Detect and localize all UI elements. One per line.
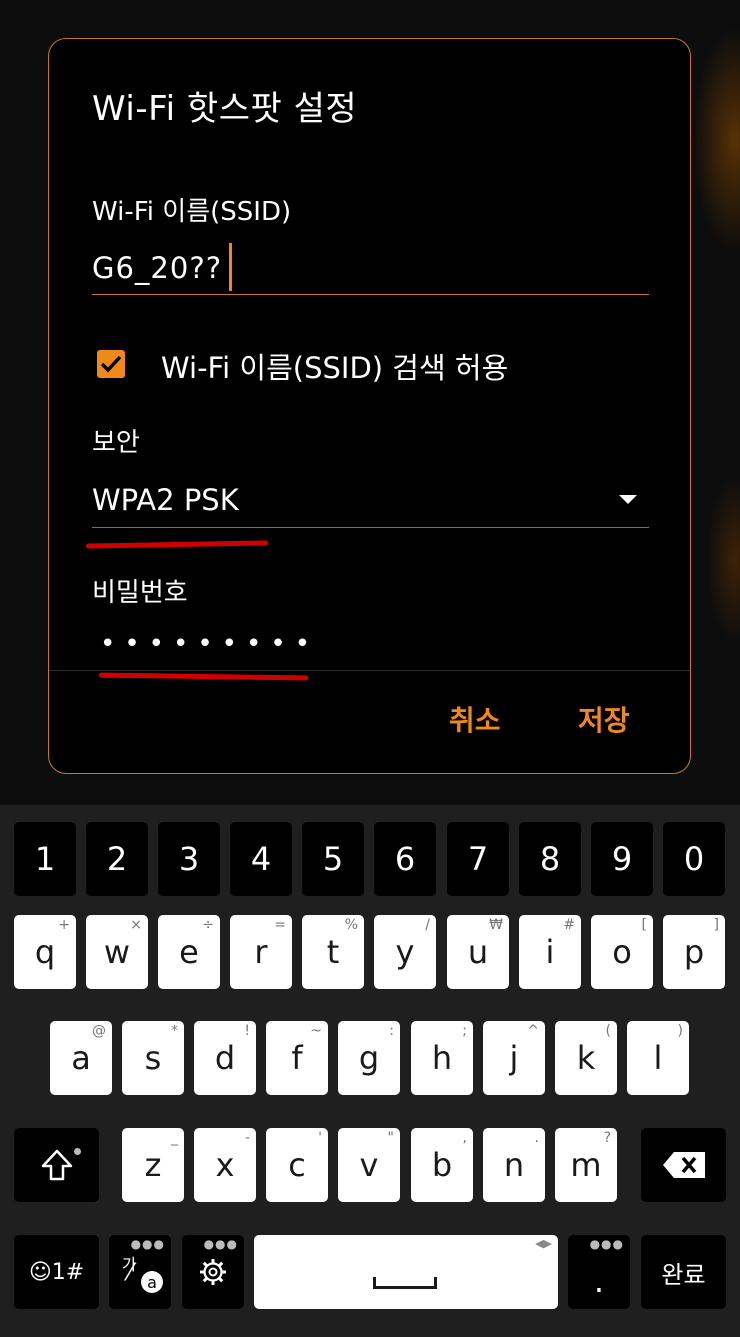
done-label: 완료 <box>661 1260 706 1289</box>
key-t[interactable]: % t <box>302 915 364 989</box>
key-e[interactable]: ÷ e <box>158 915 220 989</box>
security-dropdown[interactable]: WPA2 PSK <box>92 477 649 528</box>
key-5[interactable]: 5 <box>302 822 364 896</box>
password-label: 비밀번호 <box>92 578 188 608</box>
shift-key[interactable] <box>14 1128 99 1202</box>
dropdown-arrow-icon <box>619 495 637 504</box>
language-swipe-icon: ◀▶ <box>535 1237 552 1250</box>
space-icon <box>373 1277 437 1289</box>
password-input[interactable]: ••••••••• <box>92 629 649 667</box>
key-w[interactable]: × w <box>86 915 148 989</box>
key-r[interactable]: = r <box>230 915 292 989</box>
key-f[interactable]: ~ f <box>266 1021 328 1095</box>
checkmark-icon <box>100 355 122 373</box>
ssid-value: G6_20?? <box>92 251 223 285</box>
hotspot-settings-dialog: Wi-Fi 핫스팟 설정 Wi-Fi 이름(SSID) G6_20?? Wi-F… <box>48 38 691 774</box>
key-7[interactable]: 7 <box>447 822 509 896</box>
key-i[interactable]: # i <box>519 915 581 989</box>
key-2[interactable]: 2 <box>86 822 148 896</box>
key-1[interactable]: 1 <box>14 822 76 896</box>
backspace-key[interactable] <box>641 1128 726 1202</box>
key-6[interactable]: 6 <box>374 822 436 896</box>
ssid-label: Wi-Fi 이름(SSID) <box>92 197 292 227</box>
backspace-icon <box>662 1152 705 1178</box>
ssid-input[interactable]: G6_20?? <box>92 239 649 295</box>
broadcast-ssid-checkbox[interactable] <box>97 350 125 378</box>
key-b[interactable]: ,b <box>411 1128 473 1202</box>
shift-indicator-dot <box>74 1148 81 1155</box>
language-english-label: a <box>141 1271 163 1293</box>
key-j[interactable]: ^ j <box>483 1021 545 1095</box>
key-d[interactable]: ! d <box>194 1021 256 1095</box>
key-c[interactable]: ' c <box>266 1128 328 1202</box>
save-button[interactable]: 저장 <box>578 699 630 739</box>
key-k[interactable]: (k <box>555 1021 617 1095</box>
broadcast-ssid-label[interactable]: Wi-Fi 이름(SSID) 검색 허용 <box>161 345 508 387</box>
symbols-label: ☺1# <box>28 1259 85 1285</box>
dialog-title: Wi-Fi 핫스팟 설정 <box>92 89 358 129</box>
symbols-key[interactable]: ☺1# <box>14 1235 99 1309</box>
key-n[interactable]: .n <box>483 1128 545 1202</box>
key-8[interactable]: 8 <box>519 822 581 896</box>
key-q[interactable]: + q <box>14 915 76 989</box>
text-cursor <box>229 243 232 291</box>
on-screen-keyboard: 1 2 3 4 5 6 7 8 9 0 + q × w ÷ e = r % t / y ₩ u… <box>0 805 740 1337</box>
done-key[interactable]: 완료 <box>641 1235 726 1309</box>
security-label: 보안 <box>92 428 140 458</box>
key-g[interactable]: :g <box>338 1021 400 1095</box>
more-options-icon: ●●● <box>130 1237 165 1251</box>
key-v[interactable]: " v <box>338 1128 400 1202</box>
button-divider <box>49 670 690 671</box>
more-options-icon: ●●● <box>203 1237 238 1251</box>
gear-icon <box>200 1259 226 1285</box>
key-9[interactable]: 9 <box>591 822 653 896</box>
security-value: WPA2 PSK <box>92 483 239 517</box>
cancel-button[interactable]: 취소 <box>449 699 501 739</box>
key-h[interactable]: ; h <box>411 1021 473 1095</box>
more-options-icon: ●●● <box>589 1237 624 1251</box>
key-z[interactable]: _ z <box>122 1128 184 1202</box>
language-key[interactable]: ●●● 가 ⁄ a <box>109 1235 171 1309</box>
key-x[interactable]: -x <box>194 1128 256 1202</box>
password-masked-value: ••••••••• <box>100 629 320 659</box>
key-m[interactable]: ? m <box>555 1128 617 1202</box>
key-s[interactable]: * s <box>122 1021 184 1095</box>
key-y[interactable]: / y <box>374 915 436 989</box>
key-u[interactable]: ₩ u <box>447 915 509 989</box>
spacebar[interactable]: ◀▶ <box>254 1235 558 1309</box>
key-l[interactable]: ) l <box>627 1021 689 1095</box>
key-a[interactable]: @ a <box>50 1021 112 1095</box>
key-0[interactable]: 0 <box>663 822 725 896</box>
shift-arrow-icon <box>41 1149 72 1181</box>
key-3[interactable]: 3 <box>158 822 220 896</box>
period-label: . <box>593 1262 605 1300</box>
settings-key[interactable]: ●●● <box>182 1235 244 1309</box>
key-o[interactable]: [o <box>591 915 653 989</box>
key-4[interactable]: 4 <box>230 822 292 896</box>
key-p[interactable]: ] p <box>663 915 725 989</box>
period-key[interactable]: ●●● . <box>568 1235 630 1309</box>
